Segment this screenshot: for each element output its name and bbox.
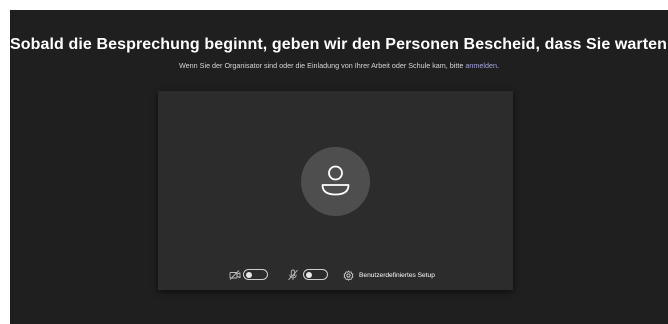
signin-hint-text: Wenn Sie der Organisator sind oder die E… [179,61,466,70]
meeting-lobby-window: Sobald die Besprechung beginnt, geben wi… [10,10,668,324]
gear-icon [343,270,354,281]
microphone-toggle[interactable] [303,269,328,280]
avatar [301,147,370,216]
device-controls: Benutzerdefiniertes Setup [158,267,513,283]
video-preview: Benutzerdefiniertes Setup [158,91,513,290]
custom-setup-label: Benutzerdefiniertes Setup [359,271,435,279]
custom-setup-button[interactable]: Benutzerdefiniertes Setup [343,268,435,282]
mic-off-icon [288,269,298,281]
camera-toggle-knob [246,271,252,278]
page-title: Sobald die Besprechung beginnt, geben wi… [10,36,668,53]
person-icon [321,165,350,196]
camera-toggle[interactable] [243,269,268,280]
signin-link[interactable]: anmelden [465,61,497,70]
signin-hint: Wenn Sie der Organisator sind oder die E… [10,61,668,70]
microphone-toggle-knob [306,271,312,278]
camera-off-icon [229,270,241,280]
signin-hint-end: . [496,61,499,70]
